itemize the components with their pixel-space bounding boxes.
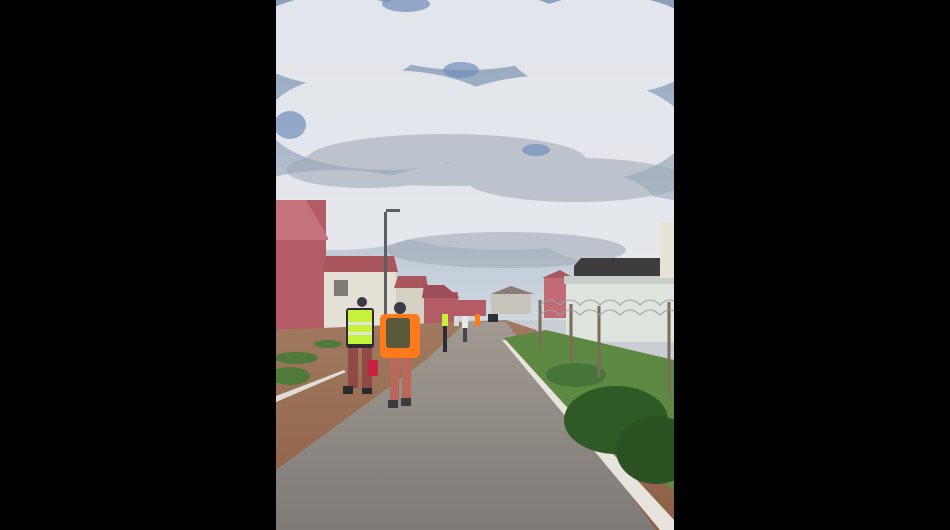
photo <box>276 0 674 530</box>
clouds <box>276 0 674 265</box>
image-viewer <box>0 0 950 530</box>
street-scene-illustration <box>276 0 674 530</box>
